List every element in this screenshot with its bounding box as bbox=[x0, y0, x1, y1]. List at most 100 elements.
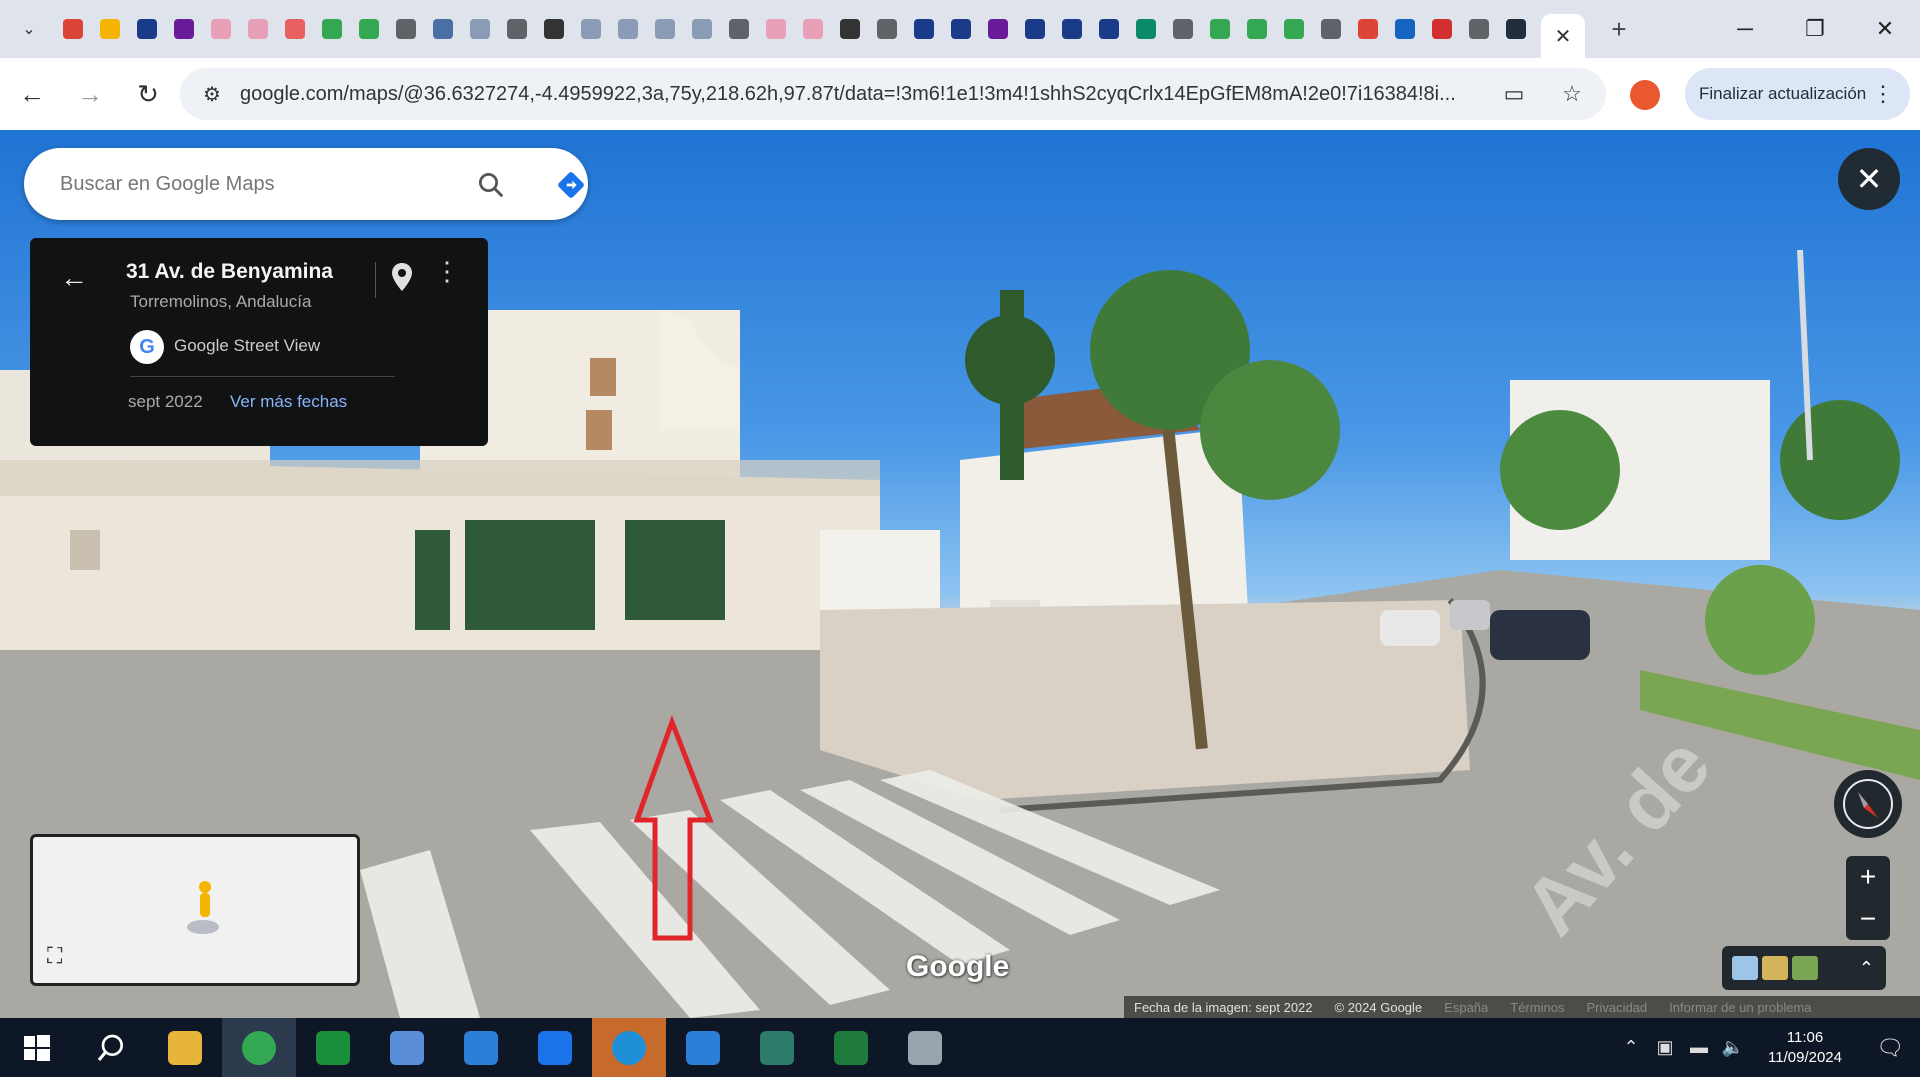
more-dates-link[interactable]: Ver más fechas bbox=[230, 392, 347, 412]
pinned-tab-favicon[interactable] bbox=[687, 14, 717, 44]
pinned-tab-favicon[interactable] bbox=[613, 14, 643, 44]
pinned-tab-favicon[interactable] bbox=[317, 14, 347, 44]
pinned-tab-favicon[interactable] bbox=[132, 14, 162, 44]
taskbar-app-button[interactable] bbox=[740, 1018, 814, 1077]
back-icon[interactable]: ← bbox=[6, 68, 58, 120]
taskbar-app-button[interactable] bbox=[296, 1018, 370, 1077]
pinned-tab-favicon[interactable] bbox=[502, 14, 532, 44]
pinned-tab-favicon[interactable] bbox=[428, 14, 458, 44]
taskbar-app-button[interactable] bbox=[518, 1018, 592, 1077]
layer-thumb-satellite[interactable] bbox=[1792, 956, 1818, 980]
zoom-out-icon[interactable]: − bbox=[1846, 898, 1890, 940]
pinned-tab-favicon[interactable] bbox=[391, 14, 421, 44]
back-arrow-icon[interactable]: ← bbox=[60, 262, 88, 294]
taskbar-app-button[interactable] bbox=[370, 1018, 444, 1077]
pinned-tab-favicon[interactable] bbox=[1205, 14, 1235, 44]
address-bar[interactable]: ⚙ google.com/maps/@36.6327274,-4.4959922… bbox=[180, 68, 1606, 120]
pinned-tab-favicon[interactable] bbox=[1316, 14, 1346, 44]
start-button[interactable] bbox=[0, 1018, 74, 1077]
pinned-tab-favicon[interactable] bbox=[946, 14, 976, 44]
close-street-view-button[interactable]: ✕ bbox=[1838, 148, 1900, 210]
zoom-in-icon[interactable]: + bbox=[1846, 856, 1890, 898]
expand-map-icon[interactable]: ⛶ bbox=[47, 943, 62, 969]
street-view-panorama[interactable]: Av. de ✕ ← 31 Av. de Benyamina Torremoli… bbox=[0, 130, 1920, 1018]
mini-map[interactable]: ⛶ bbox=[30, 834, 360, 986]
pinned-tab-favicon[interactable] bbox=[58, 14, 88, 44]
battery-icon[interactable]: ▬ bbox=[1682, 1033, 1716, 1063]
pinned-tab-favicon[interactable] bbox=[465, 14, 495, 44]
chevron-up-icon[interactable]: ⌃ bbox=[1859, 958, 1874, 979]
pinned-tab-favicon[interactable] bbox=[1279, 14, 1309, 44]
pinned-tab-favicon[interactable] bbox=[1353, 14, 1383, 44]
compass-icon[interactable] bbox=[1834, 770, 1902, 838]
site-info-icon[interactable]: ⚙ bbox=[190, 72, 234, 116]
pinned-tab-favicon[interactable] bbox=[835, 14, 865, 44]
profile-avatar[interactable] bbox=[1630, 80, 1660, 110]
forward-icon[interactable]: → bbox=[64, 68, 116, 120]
pinned-tab-favicon[interactable] bbox=[1057, 14, 1087, 44]
pinned-tab-favicon[interactable] bbox=[1501, 14, 1531, 44]
pinned-tab-favicon[interactable] bbox=[576, 14, 606, 44]
layer-thumb-terrain[interactable] bbox=[1762, 956, 1788, 980]
location-pin-icon[interactable] bbox=[390, 262, 414, 292]
taskbar-app-button[interactable] bbox=[148, 1018, 222, 1077]
pinned-tab-favicon[interactable] bbox=[1390, 14, 1420, 44]
taskbar-app-button[interactable] bbox=[888, 1018, 962, 1077]
window-close-icon[interactable]: ✕ bbox=[1850, 0, 1920, 58]
taskbar-app-button[interactable] bbox=[814, 1018, 888, 1077]
taskbar-app-button[interactable] bbox=[592, 1018, 666, 1077]
pinned-tab-favicon[interactable] bbox=[1168, 14, 1198, 44]
pinned-tab-favicon[interactable] bbox=[909, 14, 939, 44]
bookmark-star-icon[interactable]: ☆ bbox=[1554, 76, 1590, 112]
new-tab-button[interactable]: + bbox=[1601, 11, 1637, 47]
more-options-icon[interactable]: ⋮ bbox=[434, 256, 460, 287]
system-clock[interactable]: 11:06 11/09/2024 bbox=[1750, 1028, 1860, 1068]
layer-thumb-map[interactable] bbox=[1732, 956, 1758, 980]
pinned-tab-favicon[interactable] bbox=[1094, 14, 1124, 44]
pinned-tab-favicon[interactable] bbox=[1427, 14, 1457, 44]
terms-link[interactable]: Términos bbox=[1510, 1000, 1564, 1015]
pinned-tab-favicon[interactable] bbox=[243, 14, 273, 44]
pinned-tab-favicon[interactable] bbox=[983, 14, 1013, 44]
minimize-icon[interactable]: ─ bbox=[1710, 0, 1780, 58]
country-link[interactable]: España bbox=[1444, 1000, 1488, 1015]
pinned-tab-favicon[interactable] bbox=[95, 14, 125, 44]
pinned-tab-favicon[interactable] bbox=[872, 14, 902, 44]
pinned-tab-favicon[interactable] bbox=[1242, 14, 1272, 44]
taskbar-app-button[interactable] bbox=[444, 1018, 518, 1077]
pinned-tab-favicon[interactable] bbox=[169, 14, 199, 44]
layers-control[interactable]: ⌃ bbox=[1722, 946, 1886, 990]
pegman-icon[interactable] bbox=[183, 877, 223, 937]
restore-icon[interactable]: ❐ bbox=[1780, 0, 1850, 58]
pinned-tab-favicon[interactable] bbox=[280, 14, 310, 44]
search-icon[interactable] bbox=[476, 170, 506, 200]
taskbar-app-button[interactable] bbox=[222, 1018, 296, 1077]
pinned-tab-favicon[interactable] bbox=[1464, 14, 1494, 44]
directions-icon[interactable] bbox=[554, 168, 588, 202]
taskbar-app-button[interactable] bbox=[666, 1018, 740, 1077]
url-text[interactable]: google.com/maps/@36.6327274,-4.4959922,3… bbox=[240, 83, 1480, 106]
privacy-link[interactable]: Privacidad bbox=[1586, 1000, 1647, 1015]
browser-menu-icon[interactable]: ⋮ bbox=[1872, 81, 1894, 107]
tab-search-chevron-icon[interactable]: ⌄ bbox=[14, 14, 44, 44]
pinned-tab-favicon[interactable] bbox=[650, 14, 680, 44]
pinned-tab-favicon[interactable] bbox=[1020, 14, 1050, 44]
reload-icon[interactable]: ↻ bbox=[122, 68, 174, 120]
pinned-tab-favicon[interactable] bbox=[761, 14, 791, 44]
volume-icon[interactable]: 🔈 bbox=[1716, 1033, 1750, 1063]
install-app-icon[interactable]: ▭ bbox=[1496, 76, 1532, 112]
active-tab-close-icon[interactable]: ✕ bbox=[1541, 14, 1585, 58]
pinned-tab-favicon[interactable] bbox=[798, 14, 828, 44]
pinned-tab-favicon[interactable] bbox=[1131, 14, 1161, 44]
notifications-icon[interactable]: 🗨 bbox=[1860, 1035, 1920, 1061]
tray-app-icon[interactable]: ▣ bbox=[1648, 1033, 1682, 1063]
pinned-tab-favicon[interactable] bbox=[354, 14, 384, 44]
taskbar-search-icon[interactable] bbox=[74, 1018, 148, 1077]
pinned-tab-favicon[interactable] bbox=[206, 14, 236, 44]
maps-search-input[interactable] bbox=[60, 172, 420, 196]
pinned-tab-favicon[interactable] bbox=[724, 14, 754, 44]
pinned-tab-favicon[interactable] bbox=[539, 14, 569, 44]
tray-chevron-icon[interactable]: ⌃ bbox=[1614, 1033, 1648, 1063]
update-browser-button[interactable]: Finalizar actualización ⋮ bbox=[1685, 68, 1910, 120]
report-problem-link[interactable]: Informar de un problema bbox=[1669, 1000, 1811, 1015]
